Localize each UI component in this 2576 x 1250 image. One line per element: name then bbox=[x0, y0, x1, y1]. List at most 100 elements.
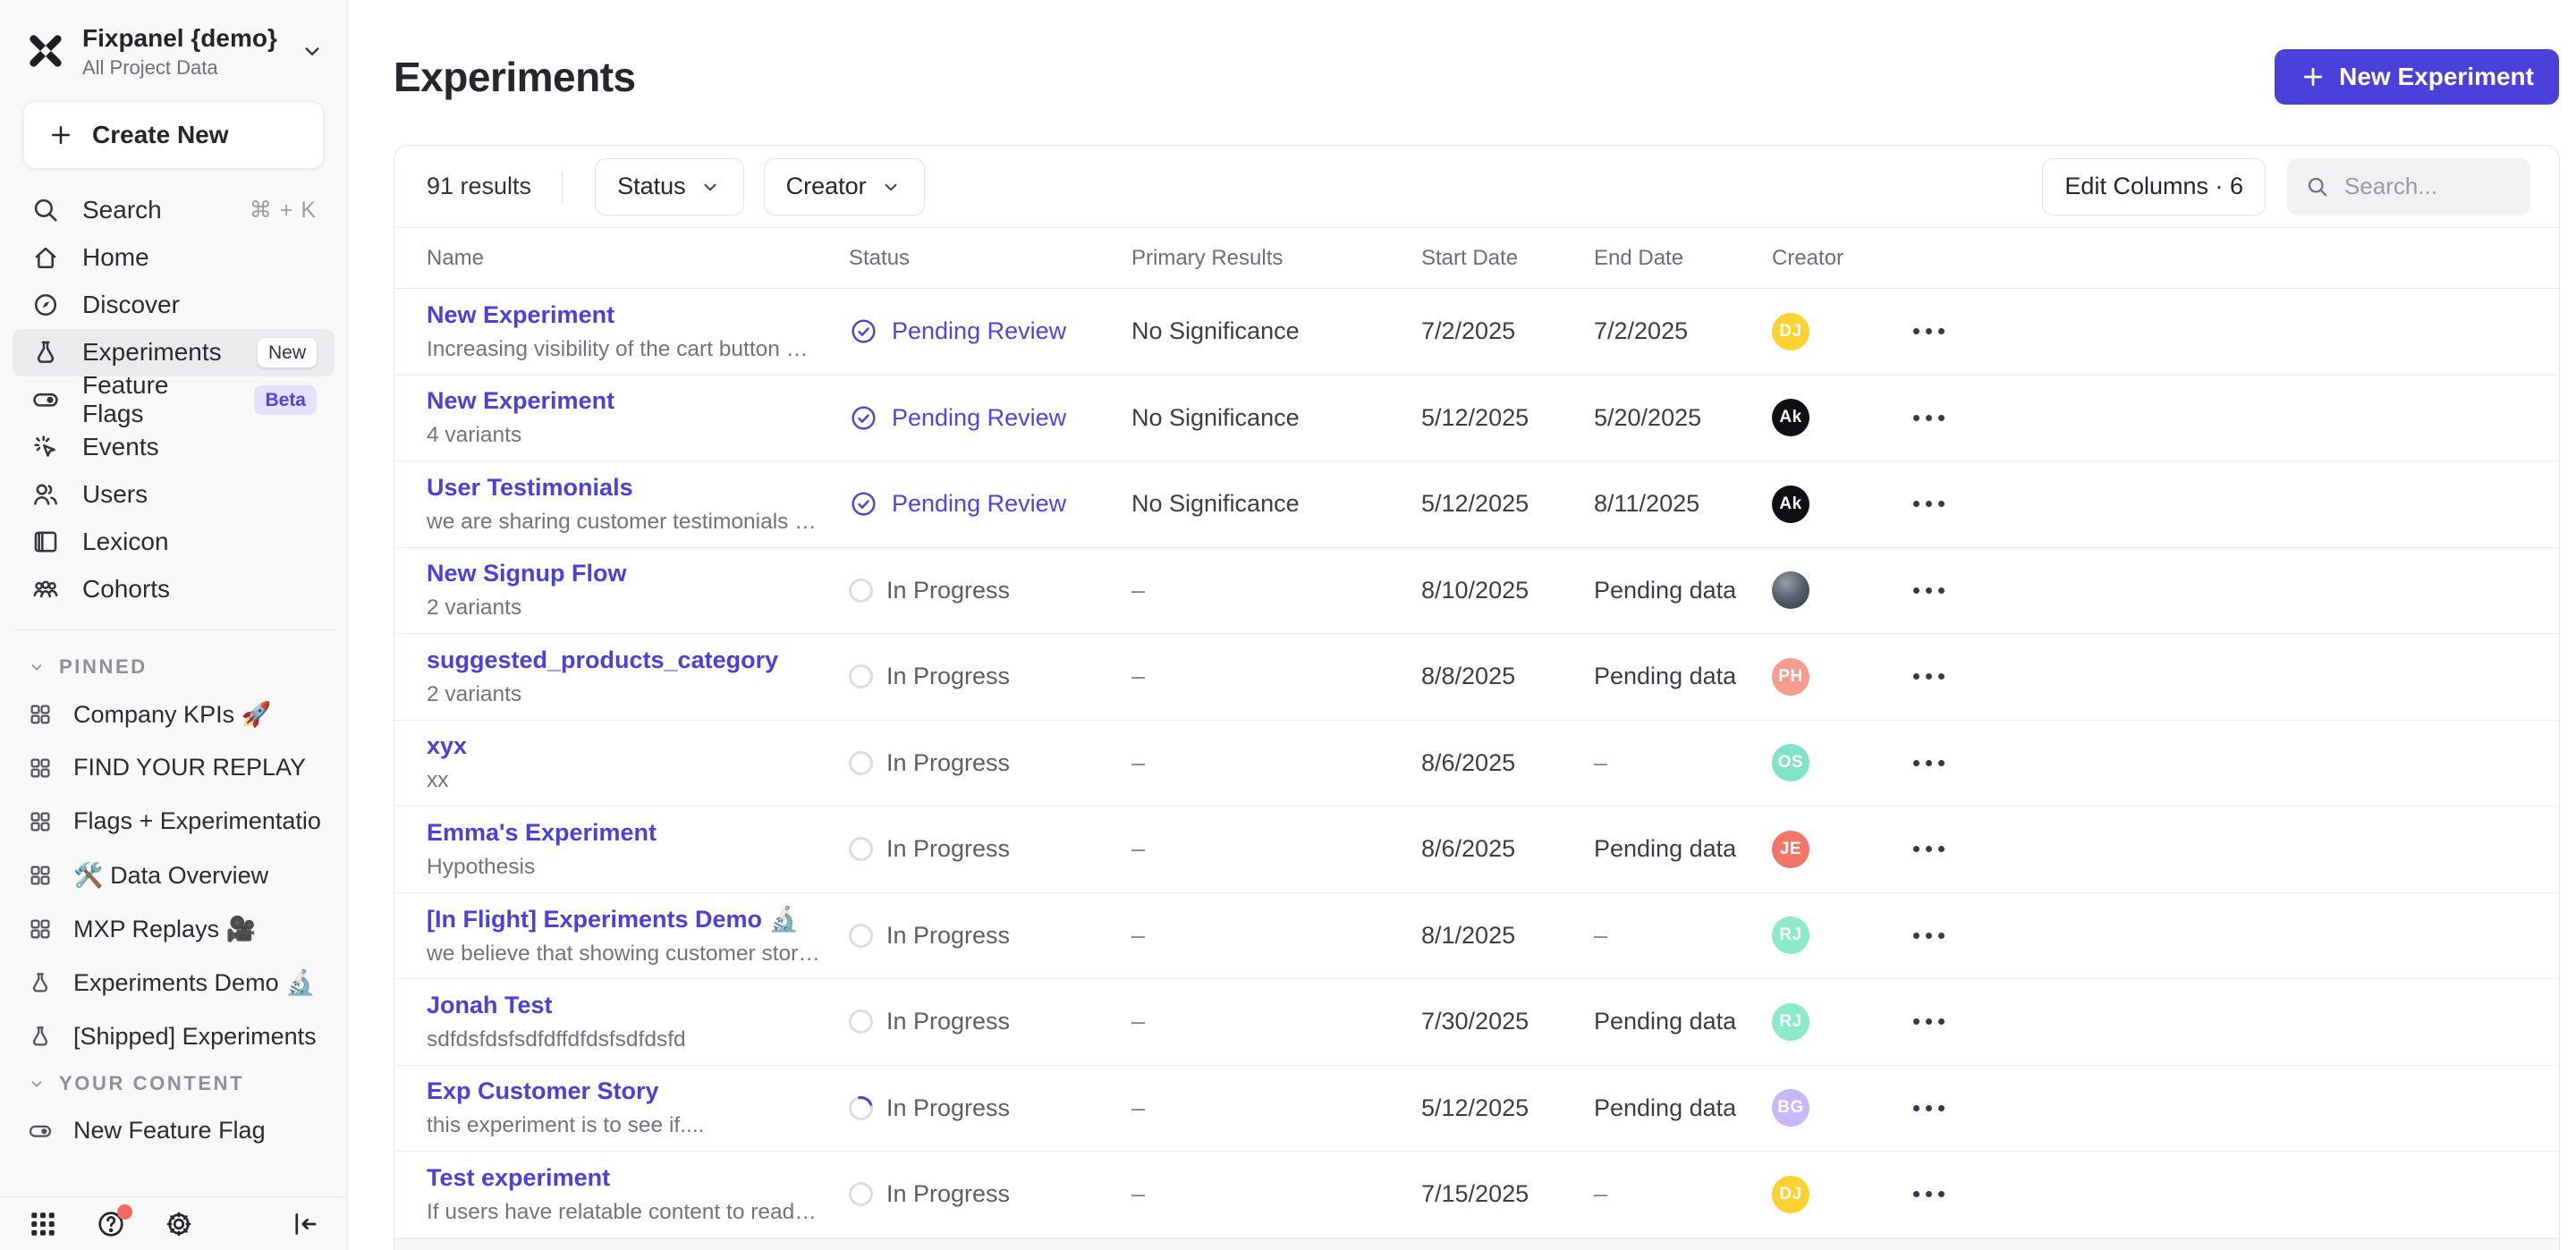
badge-new: New bbox=[258, 338, 317, 367]
sidebar-item-find-your-replay[interactable]: FIND YOUR REPLAY bbox=[0, 741, 347, 795]
row-menu-button[interactable] bbox=[1906, 924, 1952, 948]
row-menu-button[interactable] bbox=[1906, 492, 1952, 516]
create-new-label: Create New bbox=[92, 121, 229, 149]
status-label: Pending Review bbox=[892, 404, 1066, 432]
experiment-link[interactable]: [In Flight] Experiments Demo 🔬 bbox=[427, 905, 822, 933]
new-experiment-button[interactable]: New Experiment bbox=[2275, 49, 2559, 105]
table-row[interactable]: Jonah Test sdfdsfdsfsdfdffdfdsfsdfdsfd In … bbox=[394, 979, 2559, 1066]
table-row[interactable]: xyxxxIn Progress–8/6/2025–OS bbox=[394, 721, 2559, 807]
experiment-subtitle: sdfdsfdsfsdfdffdfdsfsdfdsfd bbox=[427, 1027, 822, 1052]
sidebar-item-lexicon[interactable]: Lexicon bbox=[13, 519, 335, 566]
sidebar-item-discover[interactable]: Discover bbox=[13, 282, 335, 329]
start-date: 5/12/2025 bbox=[1421, 490, 1594, 518]
row-menu-button[interactable] bbox=[1906, 319, 1952, 343]
board-icon bbox=[27, 755, 54, 781]
start-date: 5/12/2025 bbox=[1421, 404, 1594, 432]
sidebar-item-experiments[interactable]: ExperimentsNew bbox=[13, 329, 335, 376]
collapse-sidebar-button[interactable] bbox=[288, 1208, 320, 1240]
experiment-link[interactable]: Exp Customer Story bbox=[427, 1077, 822, 1105]
row-menu-button[interactable] bbox=[1906, 664, 1952, 688]
board-icon bbox=[27, 862, 54, 889]
sidebar-item-cohorts[interactable]: Cohorts bbox=[13, 566, 335, 613]
sidebar-item-search[interactable]: Search⌘ + K bbox=[13, 187, 335, 234]
creator-cell: JE bbox=[1772, 831, 1906, 868]
sidebar-item-experiments-demo[interactable]: Experiments Demo 🔬 bbox=[0, 956, 347, 1009]
table-footer bbox=[394, 1238, 2559, 1250]
experiment-link[interactable]: suggested_products_category bbox=[427, 646, 822, 674]
end-date: – bbox=[1594, 922, 1772, 950]
row-menu-button[interactable] bbox=[1906, 1009, 1952, 1034]
status-label: In Progress bbox=[886, 1094, 1010, 1122]
end-date: – bbox=[1594, 749, 1772, 777]
table-row[interactable]: New ExperimentIncreasing visibility of t… bbox=[394, 289, 2559, 376]
sidebar-item-events[interactable]: Events bbox=[13, 424, 335, 471]
start-date-value: 8/1/2025 bbox=[1421, 922, 1515, 949]
sidebar-item-data-overview[interactable]: 🛠️ Data Overview bbox=[0, 849, 347, 902]
section-header-your-content[interactable]: YOUR CONTENT bbox=[0, 1063, 347, 1104]
search-input[interactable] bbox=[2343, 172, 2512, 201]
row-menu-button[interactable] bbox=[1906, 406, 1952, 430]
start-date-value: 5/12/2025 bbox=[1421, 404, 1529, 431]
sidebar-item-mxp-replays[interactable]: MXP Replays 🎥 bbox=[0, 902, 347, 956]
main-content: Experiments New Experiment 91 results St… bbox=[348, 0, 2576, 1250]
table-row[interactable]: New Experiment4 variantsPending ReviewNo… bbox=[394, 376, 2559, 462]
sidebar-item-feature-flags[interactable]: Feature FlagsBeta bbox=[13, 376, 335, 424]
creator-filter-button[interactable]: Creator bbox=[764, 158, 925, 215]
end-date-value: – bbox=[1594, 749, 1607, 776]
creator-cell: Ak bbox=[1772, 399, 1906, 436]
row-menu-button[interactable] bbox=[1906, 579, 1952, 603]
row-menu-button[interactable] bbox=[1906, 1182, 1952, 1206]
experiment-link[interactable]: xyx bbox=[427, 732, 822, 760]
table-row[interactable]: Emma's ExperimentHypothesisIn Progress–8… bbox=[394, 807, 2559, 893]
gear-button[interactable] bbox=[163, 1208, 195, 1240]
creator-avatar: JE bbox=[1772, 831, 1809, 868]
search-icon bbox=[30, 195, 61, 225]
experiment-link[interactable]: Emma's Experiment bbox=[427, 819, 822, 847]
actions-cell bbox=[1906, 664, 2559, 688]
table-row[interactable]: User Testimonialswe are sharing customer… bbox=[394, 461, 2559, 548]
creator-cell: DJ bbox=[1772, 313, 1906, 351]
sidebar-item-shipped-experiments-demo[interactable]: [Shipped] Experiments Demo 🖊️ bbox=[0, 1009, 347, 1063]
experiment-link[interactable]: Jonah Test bbox=[427, 992, 822, 1019]
help-button[interactable] bbox=[95, 1208, 127, 1240]
primary-results: – bbox=[1131, 577, 1421, 604]
experiment-link[interactable]: User Testimonials bbox=[427, 474, 822, 502]
apps-grid-button[interactable] bbox=[27, 1208, 59, 1240]
table-row[interactable]: Test experimentIf users have relatable c… bbox=[394, 1152, 2559, 1238]
row-menu-button[interactable] bbox=[1906, 837, 1952, 861]
row-menu-button[interactable] bbox=[1906, 1096, 1952, 1120]
sidebar-item-users[interactable]: Users bbox=[13, 471, 335, 519]
name-cell: suggested_products_category2 variants bbox=[427, 646, 849, 707]
status-filter-label: Status bbox=[617, 173, 686, 200]
page-header: Experiments New Experiment bbox=[348, 0, 2576, 145]
sidebar-item-home[interactable]: Home bbox=[13, 234, 335, 282]
experiment-link[interactable]: New Signup Flow bbox=[427, 560, 822, 587]
table-row[interactable]: [In Flight] Experiments Demo 🔬we believe… bbox=[394, 893, 2559, 980]
start-date-value: 5/12/2025 bbox=[1421, 1094, 1529, 1121]
experiment-link[interactable]: New Experiment bbox=[427, 301, 822, 329]
table-row[interactable]: Exp Customer Storythis experiment is to … bbox=[394, 1066, 2559, 1153]
actions-cell bbox=[1906, 492, 2559, 516]
table-row[interactable]: New Signup Flow2 variantsIn Progress–8/1… bbox=[394, 548, 2559, 635]
primary-results-value: No Significance bbox=[1131, 317, 1300, 344]
row-menu-button[interactable] bbox=[1906, 751, 1952, 775]
status-filter-button[interactable]: Status bbox=[595, 158, 744, 215]
actions-cell bbox=[1906, 924, 2559, 948]
table-row[interactable]: suggested_products_category2 variantsIn … bbox=[394, 634, 2559, 721]
table-body: New ExperimentIncreasing visibility of t… bbox=[394, 289, 2559, 1238]
status-cell: Pending Review bbox=[849, 489, 1131, 519]
experiment-link[interactable]: Test experiment bbox=[427, 1164, 822, 1192]
section-header-pinned[interactable]: PINNED bbox=[0, 646, 347, 688]
sidebar-item-flags-experimentation-demo[interactable]: Flags + Experimentation Demo , bbox=[0, 795, 347, 849]
sidebar-item-new-feature-flag[interactable]: New Feature Flag bbox=[0, 1104, 347, 1158]
experiment-link[interactable]: New Experiment bbox=[427, 387, 822, 415]
table-search bbox=[2287, 158, 2530, 215]
chevron-down-icon bbox=[27, 1074, 47, 1094]
create-new-button[interactable]: Create New bbox=[23, 101, 324, 169]
status-cell: In Progress bbox=[849, 1008, 1131, 1035]
edit-columns-button[interactable]: Edit Columns · 6 bbox=[2042, 158, 2266, 215]
end-date-value: Pending data bbox=[1594, 1008, 1736, 1035]
sidebar-item-company-kpis[interactable]: Company KPIs 🚀 bbox=[0, 688, 347, 741]
workspace-switcher[interactable]: Fixpanel {demo} All Project Data bbox=[0, 0, 347, 96]
status-cell: In Progress bbox=[849, 1180, 1131, 1208]
